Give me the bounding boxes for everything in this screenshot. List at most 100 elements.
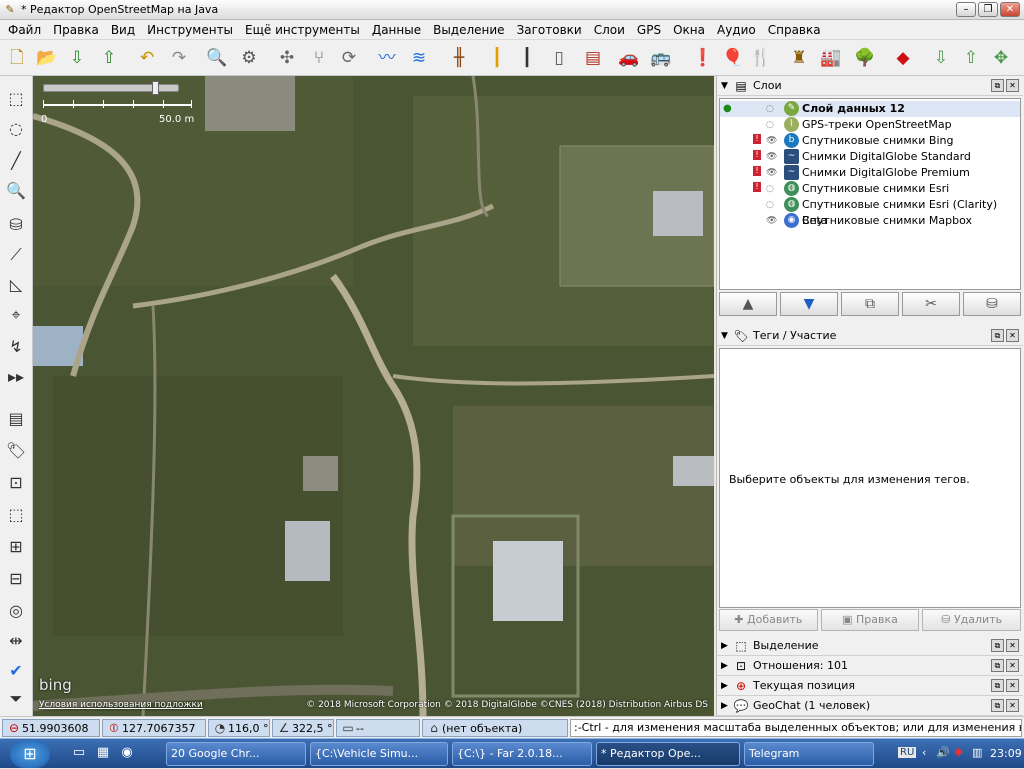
menu-selection[interactable]: Выделение <box>427 20 510 40</box>
zoom-tool-icon[interactable]: 🔍 <box>3 178 29 204</box>
edit-tag-button[interactable]: ▣ Правка <box>820 609 920 631</box>
delete-tool-icon[interactable]: ⛁ <box>3 212 29 238</box>
map-view[interactable]: 0 50.0 m bing Условия использования подл… <box>33 76 714 716</box>
expand-icon[interactable]: ▶ <box>721 661 733 671</box>
move-layer-down-button[interactable]: ▼ <box>780 292 838 316</box>
menu-layers[interactable]: Слои <box>588 20 631 40</box>
show-desktop-icon[interactable]: ▭ <box>70 744 88 762</box>
plugin-upload-icon[interactable]: ⇧ <box>958 45 984 71</box>
menu-windows[interactable]: Окна <box>667 20 711 40</box>
maximize-button[interactable]: ❐ <box>978 2 998 17</box>
car-preset-icon[interactable]: 🚗 <box>616 45 642 71</box>
menu-edit[interactable]: Правка <box>47 20 105 40</box>
waterway-preset-icon[interactable]: 〰 <box>374 45 400 71</box>
panel-close-button[interactable]: ✕ <box>1006 639 1019 652</box>
zoom-selection-icon[interactable]: 🔍 <box>204 45 230 71</box>
delete-layer-button[interactable]: ⛁ <box>963 292 1021 316</box>
visibility-toggle-icon[interactable]: 👁 <box>766 133 777 149</box>
menu-data[interactable]: Данные <box>366 20 427 40</box>
tags-toggle-icon[interactable]: 🏷 <box>3 438 29 464</box>
panel-close-button[interactable]: ✕ <box>1006 659 1019 672</box>
panel-detach-button[interactable]: ⧉ <box>991 329 1004 342</box>
reverse-way-icon[interactable]: ⟳ <box>336 45 362 71</box>
panel-close-button[interactable]: ✕ <box>1006 679 1019 692</box>
wall-preset-icon[interactable]: ▤ <box>580 45 606 71</box>
language-indicator[interactable]: RU <box>898 747 917 758</box>
layer-row[interactable]: ! 👁 ~ Снимки DigitalGlobe Standard <box>720 149 1020 165</box>
visibility-toggle-icon[interactable]: 👁 <box>766 213 777 229</box>
filter-toggle-icon[interactable]: ⊞ <box>3 534 29 560</box>
minimize-button[interactable]: – <box>956 2 976 17</box>
layers-toggle-icon[interactable]: ▤ <box>3 406 29 432</box>
panel-close-button[interactable]: ✕ <box>1006 329 1019 342</box>
delete-tag-button[interactable]: ⛁ Удалить <box>922 609 1022 631</box>
water-preset-icon[interactable]: ≋ <box>406 45 432 71</box>
undo-icon[interactable]: ↶ <box>134 45 160 71</box>
plugin-download-icon[interactable]: ⇩ <box>928 45 954 71</box>
visibility-toggle-icon[interactable]: ◌ <box>766 117 774 133</box>
tags-panel-header[interactable]: ▼ 🏷 Теги / Участие ⧉ ✕ <box>717 326 1023 346</box>
menu-tools[interactable]: Инструменты <box>141 20 239 40</box>
road-preset-icon[interactable]: ┃ <box>484 45 510 71</box>
relations-toggle-icon[interactable]: ⊡ <box>3 470 29 496</box>
parallel-tool-icon[interactable]: ⟋ <box>3 242 29 268</box>
layer-row[interactable]: 👁 ◉ Спутниковые снимки Mapbox <box>720 213 1020 229</box>
layer-row[interactable]: ! 👁 b Спутниковые снимки Bing <box>720 133 1020 149</box>
menu-more-tools[interactable]: Ещё инструменты <box>239 20 366 40</box>
panel-detach-button[interactable]: ⧉ <box>991 679 1004 692</box>
improve-way-icon[interactable]: ◺ <box>3 272 29 298</box>
panel-close-button[interactable]: ✕ <box>1006 699 1019 712</box>
bluetooth-icon[interactable]: ✱ <box>954 746 963 759</box>
tree-preset-icon[interactable]: 🌳 <box>852 45 878 71</box>
industrial-preset-icon[interactable]: 🏭 <box>818 45 844 71</box>
filter-funnel-icon[interactable]: ⏷ <box>3 686 29 712</box>
layer-row[interactable]: ◌ ⌇ GPS-треки OpenStreetMap <box>720 117 1020 133</box>
draw-tool-icon[interactable]: ╱ <box>3 148 29 174</box>
layer-row[interactable]: ! 👁 ~ Снимки DigitalGlobe Premium <box>720 165 1020 181</box>
taskbar-far[interactable]: {C:\} - Far 2.0.18... <box>452 742 592 766</box>
selection-toggle-icon[interactable]: ⬚ <box>3 502 29 528</box>
layer-offset-button[interactable]: ✂ <box>902 292 960 316</box>
redo-icon[interactable]: ↷ <box>166 45 192 71</box>
validation-toggle-icon[interactable]: ✔ <box>3 658 29 684</box>
visibility-toggle-icon[interactable]: 👁 <box>766 149 777 165</box>
volume-icon[interactable]: 🔊 <box>936 746 950 759</box>
castle-preset-icon[interactable]: ♜ <box>786 45 812 71</box>
imagery-terms-link[interactable]: Условия использования подложки <box>39 700 203 710</box>
network-icon[interactable]: ▥ <box>972 746 982 759</box>
menu-file[interactable]: Файл <box>2 20 47 40</box>
path-preset-icon[interactable]: ▯ <box>546 45 572 71</box>
zoom-slider[interactable] <box>43 81 179 95</box>
panel-close-button[interactable]: ✕ <box>1006 79 1019 92</box>
combine-way-icon[interactable]: ⑂ <box>306 45 332 71</box>
balloons-preset-icon[interactable]: 🎈 <box>720 45 746 71</box>
close-button[interactable]: ✕ <box>1000 2 1020 17</box>
visibility-toggle-icon[interactable]: ◌ <box>766 197 774 213</box>
open-icon[interactable]: 📂 <box>34 45 60 71</box>
move-layer-up-button[interactable]: ▲ <box>719 292 777 316</box>
preferences-icon[interactable]: ⚙ <box>236 45 262 71</box>
conflict-toggle-icon[interactable]: ⇹ <box>3 628 29 654</box>
menu-presets[interactable]: Заготовки <box>511 20 588 40</box>
hazard-preset-icon[interactable]: ❗ <box>690 45 716 71</box>
railway-preset-icon[interactable]: ╫ <box>446 45 472 71</box>
history-toggle-icon[interactable]: ⊟ <box>3 566 29 592</box>
menu-view[interactable]: Вид <box>105 20 141 40</box>
extrude-tool-icon[interactable]: ⌖ <box>3 302 29 328</box>
layer-row[interactable]: ! ◌ ◍ Спутниковые снимки Esri <box>720 181 1020 197</box>
expand-icon[interactable]: ▶ <box>721 641 733 651</box>
geochat-panel-header[interactable]: ▶ 💬 GeoChat (1 человек) ⧉ ✕ <box>717 696 1023 716</box>
layers-panel-header[interactable]: ▼ ▤ Слои ⧉ ✕ <box>717 76 1023 96</box>
visibility-toggle-icon[interactable]: ◌ <box>766 101 774 117</box>
download-icon[interactable]: ⇩ <box>64 45 90 71</box>
selection-panel-header[interactable]: ▶ ⬚ Выделение ⧉ ✕ <box>717 636 1023 656</box>
position-panel-header[interactable]: ▶ ⊕ Текущая позиция ⧉ ✕ <box>717 676 1023 696</box>
user-toggle-icon[interactable]: ◎ <box>3 598 29 624</box>
menu-help[interactable]: Справка <box>762 20 827 40</box>
panel-detach-button[interactable]: ⧉ <box>991 639 1004 652</box>
taskbar-josm[interactable]: * Редактор Ope... <box>596 742 740 766</box>
collapse-icon[interactable]: ▼ <box>721 81 733 91</box>
taskbar-vehicle-sim[interactable]: {C:\Vehicle Simu... <box>310 742 448 766</box>
collapse-icon[interactable]: ▼ <box>721 331 733 341</box>
add-tag-button[interactable]: ✚ Добавить <box>719 609 818 631</box>
